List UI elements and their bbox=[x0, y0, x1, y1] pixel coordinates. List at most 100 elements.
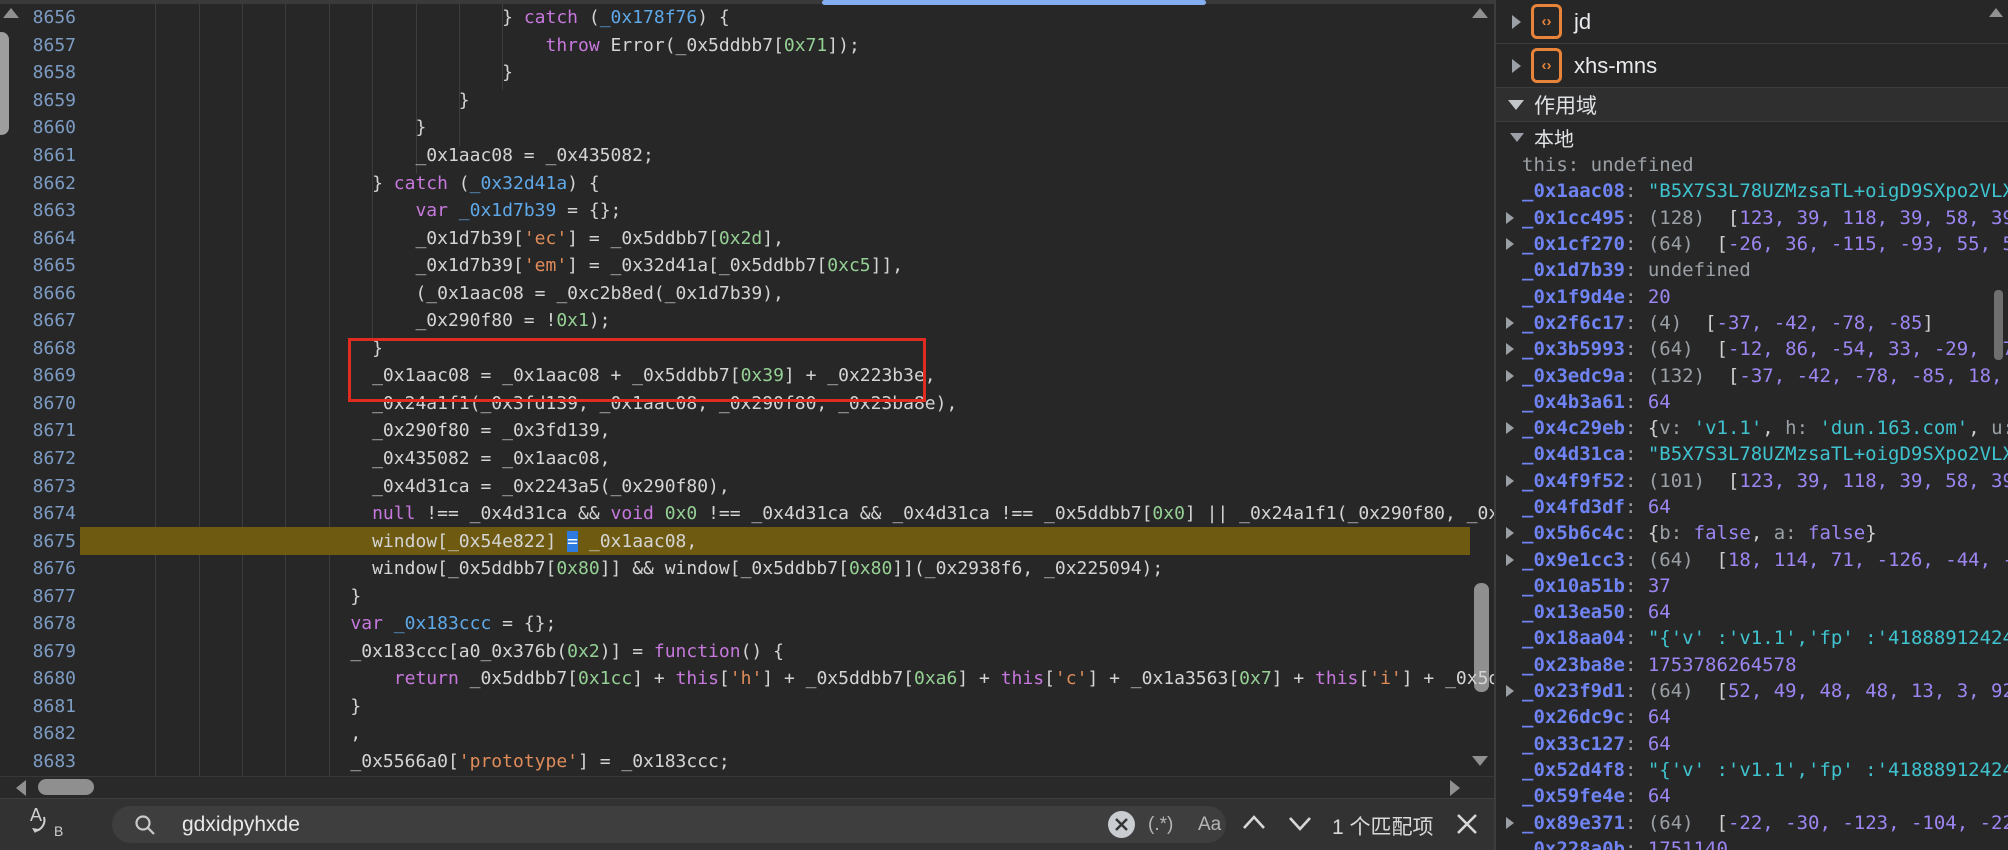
code-line[interactable]: 8658 } bbox=[0, 59, 1494, 87]
scope-variable-row[interactable]: _0x5b6c4c: {b: false, a: false} bbox=[1496, 520, 2008, 546]
line-number[interactable]: 8671 bbox=[0, 420, 76, 441]
scope-variable-row[interactable]: _0x4d31ca: "B5X7S3L78UZMzsaTL+oigD9SXpo2… bbox=[1496, 441, 2008, 467]
code-line[interactable]: 8661 _0x1aac08 = _0x435082; bbox=[0, 142, 1494, 170]
scope-variable-row[interactable]: _0x2f6c17: (4) [-37, -42, -78, -85] bbox=[1496, 310, 2008, 336]
line-number[interactable]: 8680 bbox=[0, 668, 76, 689]
code-text[interactable]: _0x1d7b39['em'] = _0x32d41a[_0x5ddbb7[0x… bbox=[112, 255, 903, 276]
code-text[interactable]: } bbox=[112, 338, 383, 359]
code-line[interactable]: 8673 _0x4d31ca = _0x2243a5(_0x290f80), bbox=[0, 472, 1494, 500]
line-number[interactable]: 8658 bbox=[0, 62, 76, 83]
line-number[interactable]: 8673 bbox=[0, 476, 76, 497]
collapsed-arrow-icon[interactable] bbox=[1512, 59, 1521, 73]
line-number[interactable]: 8657 bbox=[0, 35, 76, 56]
scope-variable-row[interactable]: _0x3edc9a: (132) [-37, -42, -78, -85, 18… bbox=[1496, 362, 2008, 388]
regex-toggle-button[interactable]: (.*) bbox=[1148, 814, 1173, 836]
match-case-toggle-button[interactable]: Aa bbox=[1198, 814, 1221, 836]
line-number[interactable]: 8679 bbox=[0, 641, 76, 662]
code-text[interactable]: } bbox=[112, 696, 361, 717]
expand-arrow-icon[interactable] bbox=[1506, 317, 1514, 329]
line-number[interactable]: 8667 bbox=[0, 310, 76, 331]
code-text[interactable]: } bbox=[112, 586, 361, 607]
code-text[interactable]: _0x1aac08 = _0x1aac08 + _0x5ddbb7[0x39] … bbox=[112, 365, 936, 386]
scope-variable-row[interactable]: _0x1f9d4e: 20 bbox=[1496, 283, 2008, 309]
code-text[interactable]: window[_0x54e822] = _0x1aac08, bbox=[112, 531, 697, 552]
code-text[interactable]: _0x24a1f1(_0x3fd139, _0x1aac08, _0x290f8… bbox=[112, 393, 957, 414]
scope-variable-row[interactable]: _0x4c29eb: {v: 'v1.1', h: 'dun.163.com',… bbox=[1496, 415, 2008, 441]
expanded-arrow-icon[interactable] bbox=[1510, 133, 1524, 142]
code-text[interactable]: , bbox=[112, 723, 361, 744]
code-line[interactable]: 8671 _0x290f80 = _0x3fd139, bbox=[0, 417, 1494, 445]
line-number[interactable]: 8678 bbox=[0, 613, 76, 634]
line-number[interactable]: 8665 bbox=[0, 255, 76, 276]
code-line[interactable]: 8682 , bbox=[0, 720, 1494, 748]
code-text[interactable]: var _0x183ccc = {}; bbox=[112, 613, 556, 634]
code-line[interactable]: 8679 _0x183ccc[a0_0x376b(0x2)] = functio… bbox=[0, 638, 1494, 666]
scope-variable-row[interactable]: _0x1aac08: "B5X7S3L78UZMzsaTL+oigD9SXpo2… bbox=[1496, 178, 2008, 204]
expand-arrow-icon[interactable] bbox=[1506, 527, 1514, 539]
expand-arrow-icon[interactable] bbox=[1506, 475, 1514, 487]
code-text[interactable]: _0x183ccc[a0_0x376b(0x2)] = function() { bbox=[112, 641, 784, 662]
code-line[interactable]: 8670 _0x24a1f1(_0x3fd139, _0x1aac08, _0x… bbox=[0, 390, 1494, 418]
scope-variable-row[interactable]: _0x13ea50: 64 bbox=[1496, 599, 2008, 625]
code-line[interactable]: 8683 _0x5566a0['prototype'] = _0x183ccc; bbox=[0, 748, 1494, 776]
line-number[interactable]: 8682 bbox=[0, 723, 76, 744]
line-number[interactable]: 8656 bbox=[0, 7, 76, 28]
scope-variable-row[interactable]: _0x23f9d1: (64) [52, 49, 48, 48, 13, 3, … bbox=[1496, 678, 2008, 704]
scope-variable-row[interactable]: _0x23ba8e: 1753786264578 bbox=[1496, 652, 2008, 678]
next-match-button[interactable] bbox=[1286, 813, 1314, 833]
sidebar-scrollbar-thumb[interactable] bbox=[1994, 290, 2003, 360]
scope-variable-row[interactable]: _0x26dc9c: 64 bbox=[1496, 704, 2008, 730]
line-number[interactable]: 8681 bbox=[0, 696, 76, 717]
scroll-right-icon[interactable] bbox=[1450, 780, 1460, 796]
code-text[interactable]: _0x290f80 = _0x3fd139, bbox=[112, 420, 611, 441]
code-text[interactable]: } bbox=[112, 62, 513, 83]
scope-variable-row[interactable]: _0x9e1cc3: (64) [18, 114, 71, -126, -44,… bbox=[1496, 546, 2008, 572]
code-text[interactable]: _0x435082 = _0x1aac08, bbox=[112, 448, 611, 469]
code-text[interactable]: null !== _0x4d31ca && void 0x0 !== _0x4d… bbox=[112, 503, 1494, 524]
scope-variable-row[interactable]: _0x4b3a61: 64 bbox=[1496, 389, 2008, 415]
expanded-arrow-icon[interactable] bbox=[1508, 100, 1524, 110]
line-number[interactable]: 8664 bbox=[0, 228, 76, 249]
code-text[interactable]: } bbox=[112, 117, 426, 138]
code-text[interactable]: } bbox=[112, 90, 470, 111]
scope-variable-row[interactable]: _0x3b5993: (64) [-12, 86, -54, 33, -29, … bbox=[1496, 336, 2008, 362]
previous-match-button[interactable] bbox=[1240, 813, 1268, 833]
search-field[interactable]: (.*) Aa bbox=[112, 806, 1226, 843]
code-text[interactable]: var _0x1d7b39 = {}; bbox=[112, 200, 621, 221]
code-line[interactable]: 8657 throw Error(_0x5ddbb7[0x71]); bbox=[0, 32, 1494, 60]
code-line[interactable]: 8678 var _0x183ccc = {}; bbox=[0, 610, 1494, 638]
line-number[interactable]: 8670 bbox=[0, 393, 76, 414]
code-line[interactable]: 8663 var _0x1d7b39 = {}; bbox=[0, 197, 1494, 225]
code-text[interactable]: } catch (_0x178f76) { bbox=[112, 7, 730, 28]
expand-arrow-icon[interactable] bbox=[1506, 238, 1514, 250]
scope-variable-row[interactable]: _0x1d7b39: undefined bbox=[1496, 257, 2008, 283]
code-text[interactable]: } catch (_0x32d41a) { bbox=[112, 173, 600, 194]
code-text[interactable]: _0x290f80 = !0x1); bbox=[112, 310, 611, 331]
line-number[interactable]: 8660 bbox=[0, 117, 76, 138]
sidebar-section-jd[interactable]: ‹› jd bbox=[1496, 0, 2008, 44]
line-number[interactable]: 8668 bbox=[0, 338, 76, 359]
code-line[interactable]: 8676 window[_0x5ddbb7[0x80]] && window[_… bbox=[0, 555, 1494, 583]
code-text[interactable]: throw Error(_0x5ddbb7[0x71]); bbox=[112, 35, 860, 56]
code-text[interactable]: (_0x1aac08 = _0xc2b8ed(_0x1d7b39), bbox=[112, 283, 784, 304]
sidebar-section-xhs-mns[interactable]: ‹› xhs-mns bbox=[1496, 44, 2008, 88]
code-line[interactable]: 8656 } catch (_0x178f76) { bbox=[0, 4, 1494, 32]
scope-variable-row[interactable]: _0x1cf270: (64) [-26, 36, -115, -93, 55,… bbox=[1496, 231, 2008, 257]
scope-variable-row[interactable]: _0x228a0b: 1751140 bbox=[1496, 836, 2008, 850]
line-number[interactable]: 8663 bbox=[0, 200, 76, 221]
code-line[interactable]: 8681 } bbox=[0, 693, 1494, 721]
scope-variable-row[interactable]: _0x89e371: (64) [-22, -30, -123, -104, -… bbox=[1496, 809, 2008, 835]
line-number[interactable]: 8662 bbox=[0, 173, 76, 194]
code-line[interactable]: 8662 } catch (_0x32d41a) { bbox=[0, 169, 1494, 197]
code-line[interactable]: 8674 null !== _0x4d31ca && void 0x0 !== … bbox=[0, 500, 1494, 528]
code-line[interactable]: 8667 _0x290f80 = !0x1); bbox=[0, 307, 1494, 335]
code-text[interactable]: _0x1aac08 = _0x435082; bbox=[112, 145, 654, 166]
horizontal-scrollbar[interactable] bbox=[0, 776, 1494, 799]
scope-variable-row[interactable]: _0x10a51b: 37 bbox=[1496, 573, 2008, 599]
line-number[interactable]: 8677 bbox=[0, 586, 76, 607]
code-line[interactable]: 8659 } bbox=[0, 87, 1494, 115]
expand-arrow-icon[interactable] bbox=[1506, 554, 1514, 566]
code-line[interactable]: 8666 (_0x1aac08 = _0xc2b8ed(_0x1d7b39), bbox=[0, 279, 1494, 307]
expand-arrow-icon[interactable] bbox=[1506, 817, 1514, 829]
line-number[interactable]: 8676 bbox=[0, 558, 76, 579]
